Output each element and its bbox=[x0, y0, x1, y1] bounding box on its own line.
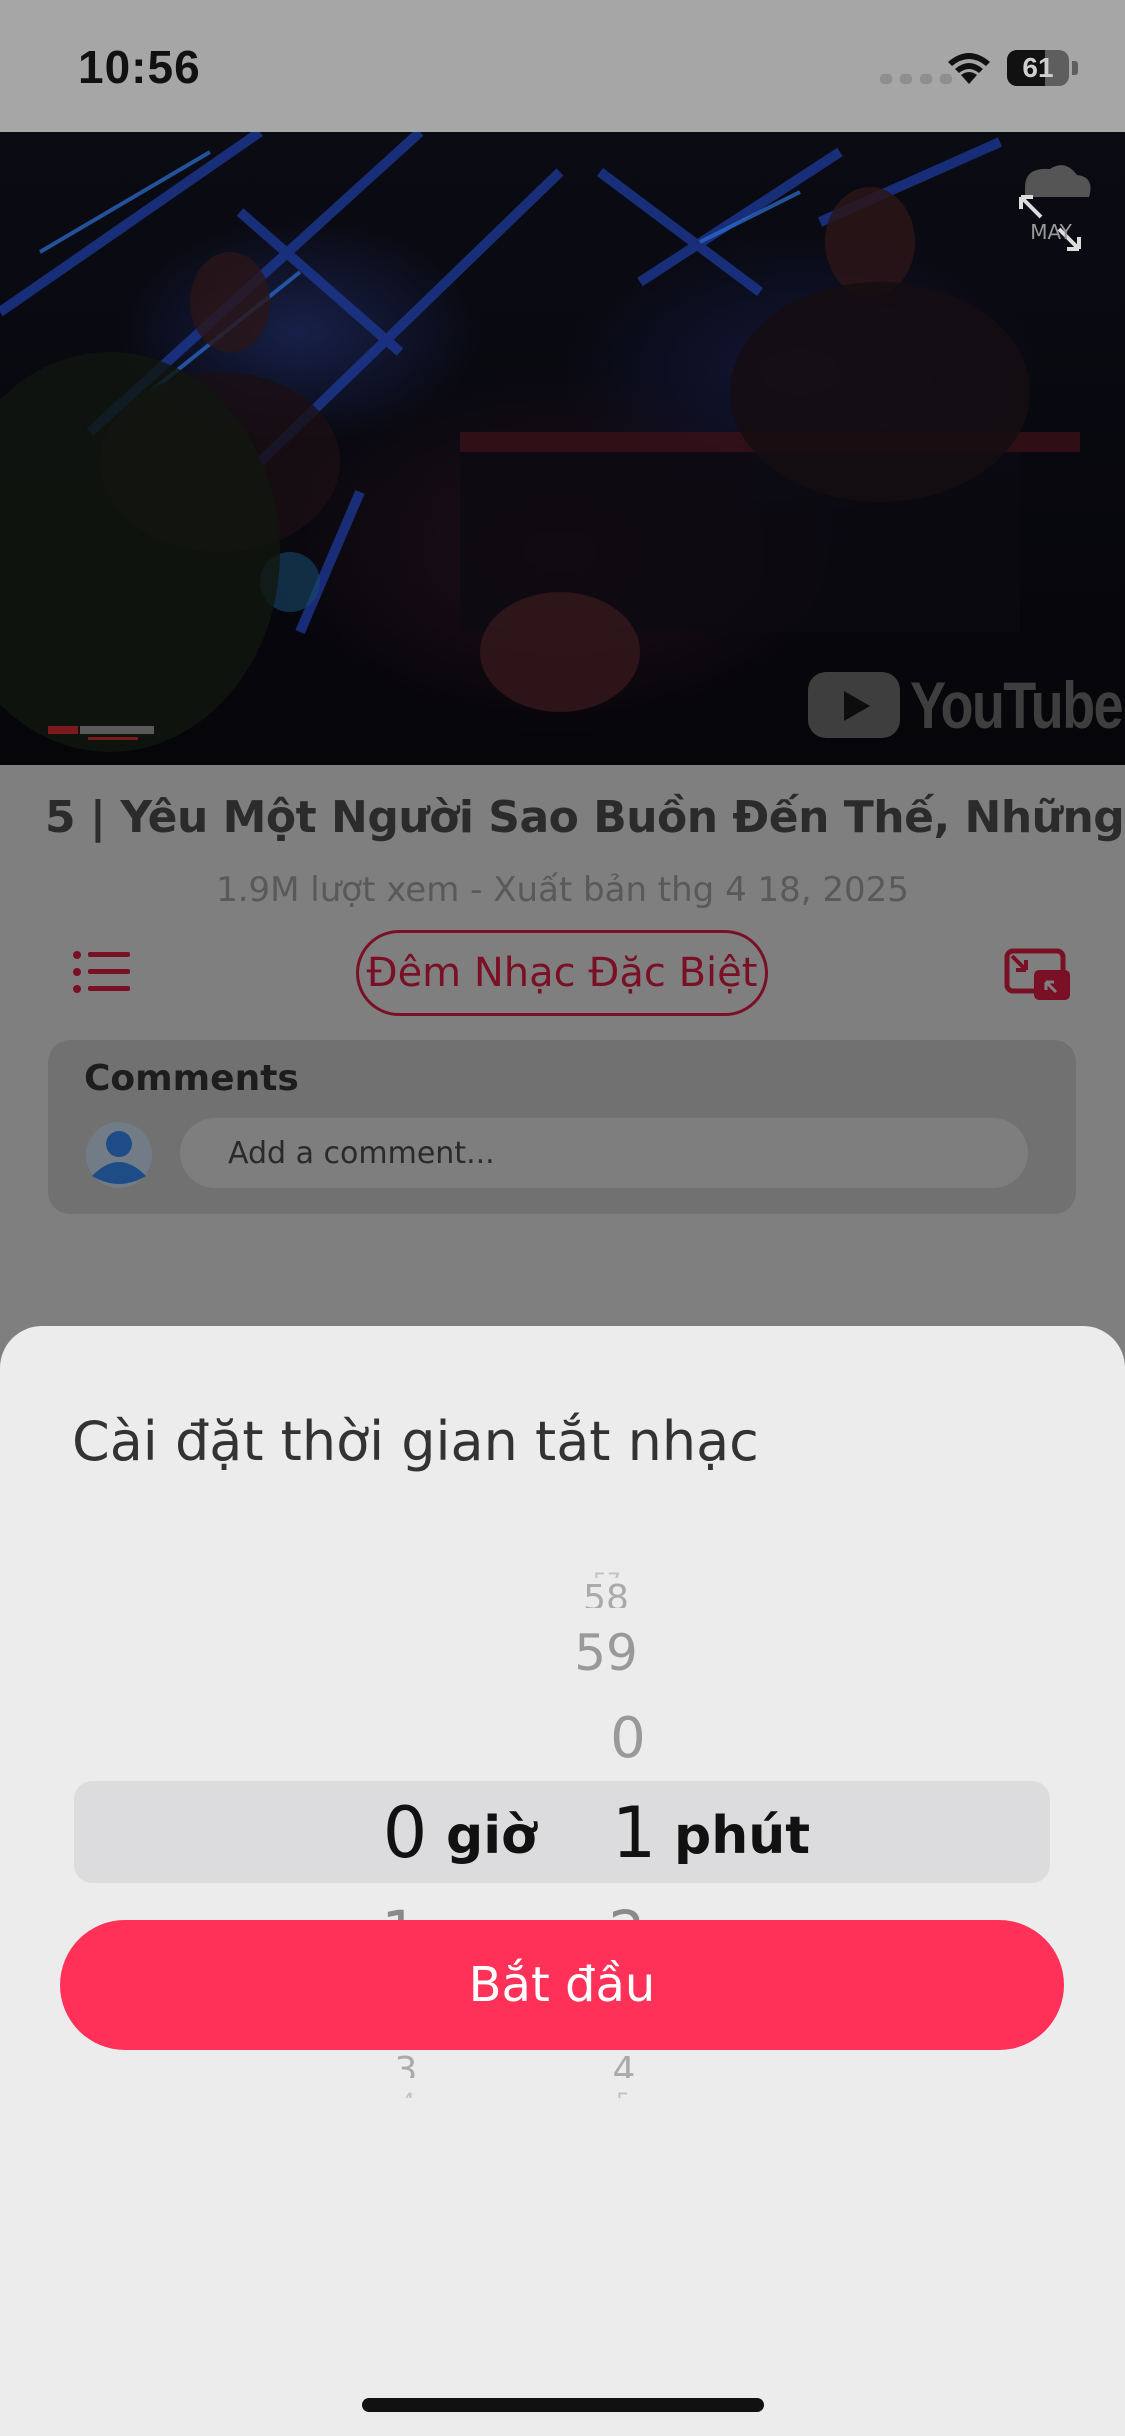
expand-arrows-icon[interactable]: MAY bbox=[1005, 157, 1095, 257]
minutes-option[interactable]: 58 bbox=[583, 1578, 629, 1608]
hours-option[interactable]: 4 bbox=[401, 2090, 415, 2098]
minutes-option[interactable]: 4 bbox=[613, 2050, 636, 2078]
picker-selection-band bbox=[74, 1781, 1050, 1883]
youtube-logo: YouTube bbox=[808, 667, 1125, 743]
video-meta: 1.9M lượt xem - Xuất bản thg 4 18, 2025 bbox=[216, 870, 909, 910]
status-time: 10:56 bbox=[78, 41, 201, 93]
sheet-title: Cài đặt thời gian tắt nhạc bbox=[72, 1410, 759, 1473]
status-bar: 10:56 61 bbox=[0, 0, 1125, 132]
sleep-timer-sheet: Cài đặt thời gian tắt nhạc 0 giờ 1 2 3 4… bbox=[0, 1326, 1125, 2436]
svg-text:MAY: MAY bbox=[1030, 220, 1072, 244]
minutes-unit: phút bbox=[674, 1806, 811, 1866]
cellular-signal-icon bbox=[880, 74, 952, 84]
wifi-icon bbox=[948, 53, 990, 84]
youtube-play-icon bbox=[808, 672, 900, 738]
youtube-logo-text: YouTube bbox=[910, 668, 1124, 742]
minutes-selected: 1 bbox=[611, 1792, 657, 1874]
start-button[interactable]: Bắt đầu bbox=[60, 1920, 1064, 2050]
minutes-option[interactable]: 0 bbox=[610, 1706, 646, 1771]
comment-input[interactable]: Add a comment... bbox=[180, 1118, 1028, 1188]
battery-icon: 61 bbox=[1007, 50, 1069, 86]
channel-watermark bbox=[48, 726, 154, 740]
avatar bbox=[86, 1122, 152, 1188]
battery-percent: 61 bbox=[1022, 52, 1054, 83]
playlist-button[interactable]: Đêm Nhạc Đặc Biệt bbox=[356, 930, 768, 1016]
battery-tip bbox=[1072, 61, 1078, 75]
video-title: 5 | Yêu Một Người Sao Buồn Đến Thế, Nhữn… bbox=[0, 792, 1125, 852]
picture-in-picture-icon[interactable] bbox=[1004, 948, 1072, 1002]
comments-section: Comments Add a comment... bbox=[48, 1040, 1076, 1214]
hours-option[interactable]: 3 bbox=[395, 2050, 418, 2078]
home-indicator[interactable] bbox=[362, 2398, 764, 2412]
list-icon[interactable] bbox=[72, 950, 132, 994]
minutes-option[interactable]: 57 bbox=[593, 1570, 621, 1578]
comments-title: Comments bbox=[84, 1058, 299, 1099]
hours-selected: 0 bbox=[382, 1792, 428, 1874]
minutes-option[interactable]: 5 bbox=[616, 2090, 630, 2098]
comment-input-placeholder: Add a comment... bbox=[228, 1136, 495, 1171]
video-player[interactable]: MAY YouTube bbox=[0, 132, 1125, 765]
hours-unit: giờ bbox=[446, 1806, 537, 1866]
video-title-text: 5 | Yêu Một Người Sao Buồn Đến Thế, Nhữn… bbox=[45, 792, 1125, 843]
minutes-option[interactable]: 59 bbox=[574, 1624, 638, 1682]
